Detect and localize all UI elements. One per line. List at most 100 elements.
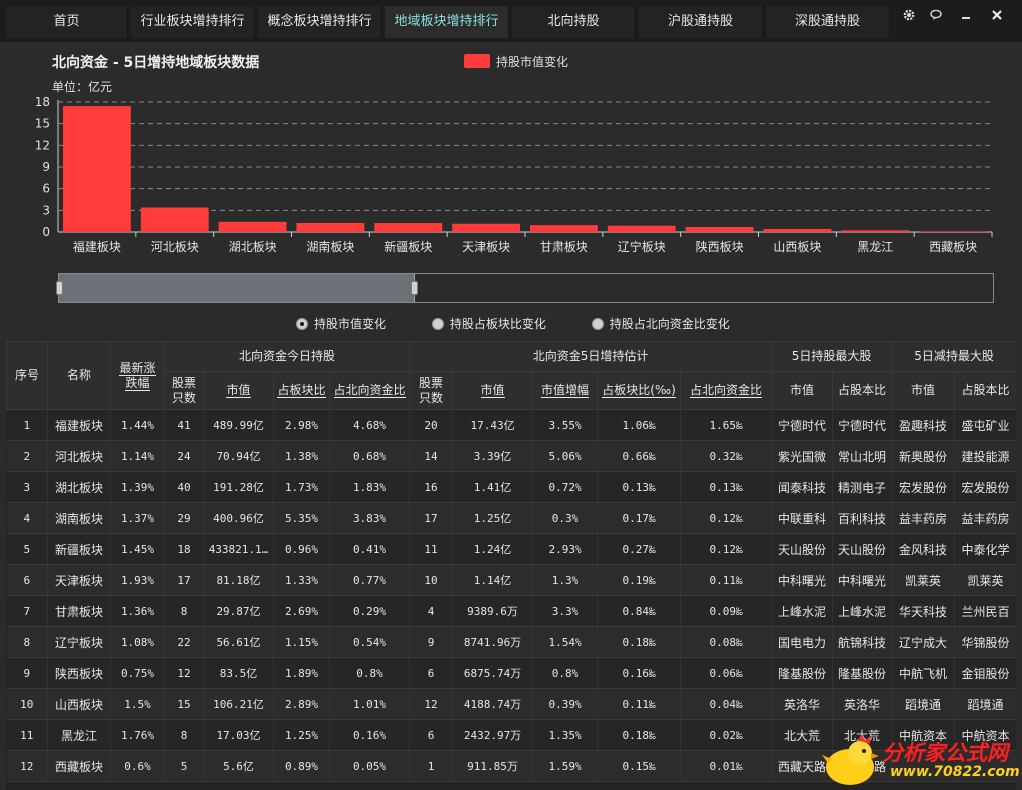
range-right-handle[interactable]	[411, 281, 418, 295]
cell-reduce-ratio[interactable]: 蹈境通	[954, 688, 1016, 720]
cell-hold-value[interactable]: 中联重科	[771, 502, 834, 534]
cell-reduce-ratio[interactable]: 凯莱英	[954, 564, 1016, 596]
table-row[interactable]: 2 河北板块 1.14% 24 70.94亿 1.38% 0.68% 14 3.39亿 5.06%…	[6, 440, 1016, 472]
table-row[interactable]: 3 湖北板块 1.39% 40 191.28亿 1.73% 1.83% 16 1.41亿 0.72…	[6, 471, 1016, 503]
header-name[interactable]: 名称	[47, 341, 111, 410]
table-row[interactable]: 7 甘肃板块 1.36% 8 29.87亿 2.69% 0.29% 4 9389.6万 3.3% 0…	[6, 595, 1016, 627]
cell-hold-value[interactable]: 天山股份	[771, 533, 834, 565]
cell-five-count: 17	[409, 502, 454, 534]
cell-reduce-ratio[interactable]: 盛屯矿业	[954, 409, 1016, 441]
radio-value-change[interactable]: 持股市值变化	[296, 315, 386, 332]
range-left-handle[interactable]	[56, 281, 63, 295]
cell-hold-ratio[interactable]: 宁德时代	[832, 409, 893, 441]
cell-hold-ratio[interactable]: 中科曙光	[832, 564, 893, 596]
cell-hold-ratio[interactable]: 精测电子	[832, 471, 893, 503]
cell-hold-ratio[interactable]: 隆基股份	[832, 657, 893, 689]
cell-hold-value[interactable]: 英洛华	[771, 688, 834, 720]
header-reduce-ratio[interactable]: 占股本比	[954, 371, 1016, 410]
watermark-text: 分析家公式网	[882, 741, 1008, 765]
cell-hold-value[interactable]: 隆基股份	[771, 657, 834, 689]
header-today-sector-ratio[interactable]: 占板块比	[273, 371, 330, 410]
cell-reduce-value[interactable]: 盈趣科技	[891, 409, 956, 441]
cell-hold-value[interactable]: 国电电力	[771, 626, 834, 658]
cell-reduce-ratio[interactable]: 益丰药房	[954, 502, 1016, 534]
header-today-count[interactable]: 股票只数	[164, 371, 204, 410]
cell-reduce-ratio[interactable]: 宏发股份	[954, 471, 1016, 503]
cell-five-value: 911.85万	[452, 750, 534, 782]
radio-dot[interactable]	[591, 318, 604, 330]
radio-north-ratio-change[interactable]: 持股占北向资金比变化	[591, 315, 730, 332]
cell-hold-value[interactable]: 上峰水泥	[771, 595, 834, 627]
cell-hold-value[interactable]: 中科曙光	[771, 564, 834, 596]
tab-home[interactable]: 首页	[6, 6, 128, 38]
header-hold-ratio[interactable]: 占股本比	[832, 371, 893, 410]
table-row[interactable]: 4 湖南板块 1.37% 29 400.96亿 5.35% 3.83% 17 1.25亿 0.3%…	[6, 502, 1016, 534]
chat-icon[interactable]	[925, 7, 947, 29]
bar-福建板块	[63, 106, 131, 232]
header-five-north-ratio[interactable]: 占北向资金比	[680, 371, 773, 410]
cell-reduce-value[interactable]: 中航飞机	[891, 657, 956, 689]
cell-hold-ratio[interactable]: 百利科技	[832, 502, 893, 534]
y-tick-label: 15	[35, 117, 50, 131]
cell-reduce-ratio[interactable]: 金钼股份	[954, 657, 1016, 689]
table-row[interactable]: 6 天津板块 1.93% 17 81.18亿 1.33% 0.77% 10 1.14亿 1.3% 0…	[6, 564, 1016, 596]
cell-hold-ratio[interactable]: 常山北明	[832, 440, 893, 472]
cell-five-value: 1.24亿	[452, 533, 534, 565]
tab-industry-ranking[interactable]: 行业板块增持排行	[131, 6, 255, 38]
range-slider-selection[interactable]	[59, 274, 415, 302]
header-today-value[interactable]: 市值	[203, 371, 274, 410]
cell-reduce-ratio[interactable]: 华锦股份	[954, 626, 1016, 658]
header-change[interactable]: 最新涨跌幅	[110, 341, 165, 410]
table-row[interactable]: 8 辽宁板块 1.08% 22 56.61亿 1.15% 0.54% 9 8741.96万 1.5…	[6, 626, 1016, 658]
header-five-count[interactable]: 股票只数	[409, 371, 454, 410]
cell-reduce-ratio[interactable]: 中泰化学	[954, 533, 1016, 565]
table-row[interactable]: 9 陕西板块 0.75% 12 83.5亿 1.89% 0.8% 6 6875.74万 0.8% 0…	[6, 657, 1016, 689]
cell-reduce-value[interactable]: 蹈境通	[891, 688, 956, 720]
cell-today-value: 70.94亿	[203, 440, 274, 472]
cell-hold-ratio[interactable]: 上峰水泥	[832, 595, 893, 627]
header-five-value-growth[interactable]: 市值增幅	[532, 371, 599, 410]
cell-reduce-value[interactable]: 凯莱英	[891, 564, 956, 596]
radio-dot[interactable]	[431, 318, 444, 330]
bar-陕西板块	[685, 227, 754, 232]
close-icon[interactable]	[986, 7, 1008, 29]
cell-reduce-value[interactable]: 益丰药房	[891, 502, 956, 534]
cell-five-count: 12	[409, 688, 454, 720]
header-five-value[interactable]: 市值	[452, 371, 534, 410]
cell-hold-value[interactable]: 闻泰科技	[771, 471, 834, 503]
cell-hold-ratio[interactable]: 英洛华	[832, 688, 893, 720]
header-five-sector-ratio[interactable]: 占板块比(‰)	[597, 371, 682, 410]
cell-hold-value[interactable]: 宁德时代	[771, 409, 834, 441]
cell-change: 0.6%	[110, 750, 165, 782]
tab-concept-ranking[interactable]: 概念板块增持排行	[258, 6, 382, 38]
cell-reduce-ratio[interactable]: 兰州民百	[954, 595, 1016, 627]
cell-reduce-value[interactable]: 金风科技	[891, 533, 956, 565]
table-row[interactable]: 10 山西板块 1.5% 15 106.21亿 2.89% 1.01% 12 4188.74万 0…	[6, 688, 1016, 720]
radio-dot[interactable]	[296, 318, 308, 330]
cell-five-count: 4	[409, 595, 454, 627]
cell-reduce-value[interactable]: 宏发股份	[891, 471, 956, 503]
gear-icon[interactable]	[898, 7, 920, 29]
tab-region-ranking[interactable]: 地域板块增持排行	[385, 6, 509, 38]
cell-change: 0.75%	[110, 657, 165, 689]
table-row[interactable]: 5 新疆板块 1.45% 18 433821.1… 0.96% 0.41% 11 1.24亿 2.…	[6, 533, 1016, 565]
cell-five-value: 17.43亿	[452, 409, 534, 441]
header-reduce-value[interactable]: 市值	[891, 371, 956, 410]
table-row[interactable]: 1 福建板块 1.44% 41 489.99亿 2.98% 4.68% 20 17.43亿 3.5…	[6, 409, 1016, 441]
tab-sz-connect-holdings[interactable]: 深股通持股	[766, 6, 890, 38]
cell-reduce-ratio[interactable]: 建投能源	[954, 440, 1016, 472]
tab-sh-connect-holdings[interactable]: 沪股通持股	[639, 6, 763, 38]
cell-reduce-value[interactable]: 华天科技	[891, 595, 956, 627]
header-hold-value[interactable]: 市值	[771, 371, 834, 410]
minimize-icon[interactable]	[955, 7, 977, 29]
cell-hold-value[interactable]: 紫光国微	[771, 440, 834, 472]
cell-reduce-value[interactable]: 辽宁成大	[891, 626, 956, 658]
cell-hold-ratio[interactable]: 航锦科技	[832, 626, 893, 658]
radio-sector-ratio-change[interactable]: 持股占板块比变化	[431, 315, 546, 332]
tab-northbound-holdings[interactable]: 北向持股	[512, 6, 636, 38]
range-slider[interactable]	[56, 273, 994, 303]
cell-hold-ratio[interactable]: 天山股份	[832, 533, 893, 565]
header-today-north-ratio[interactable]: 占北向资金比	[328, 371, 411, 410]
header-seq[interactable]: 序号	[6, 341, 48, 410]
cell-reduce-value[interactable]: 新奥股份	[891, 440, 956, 472]
